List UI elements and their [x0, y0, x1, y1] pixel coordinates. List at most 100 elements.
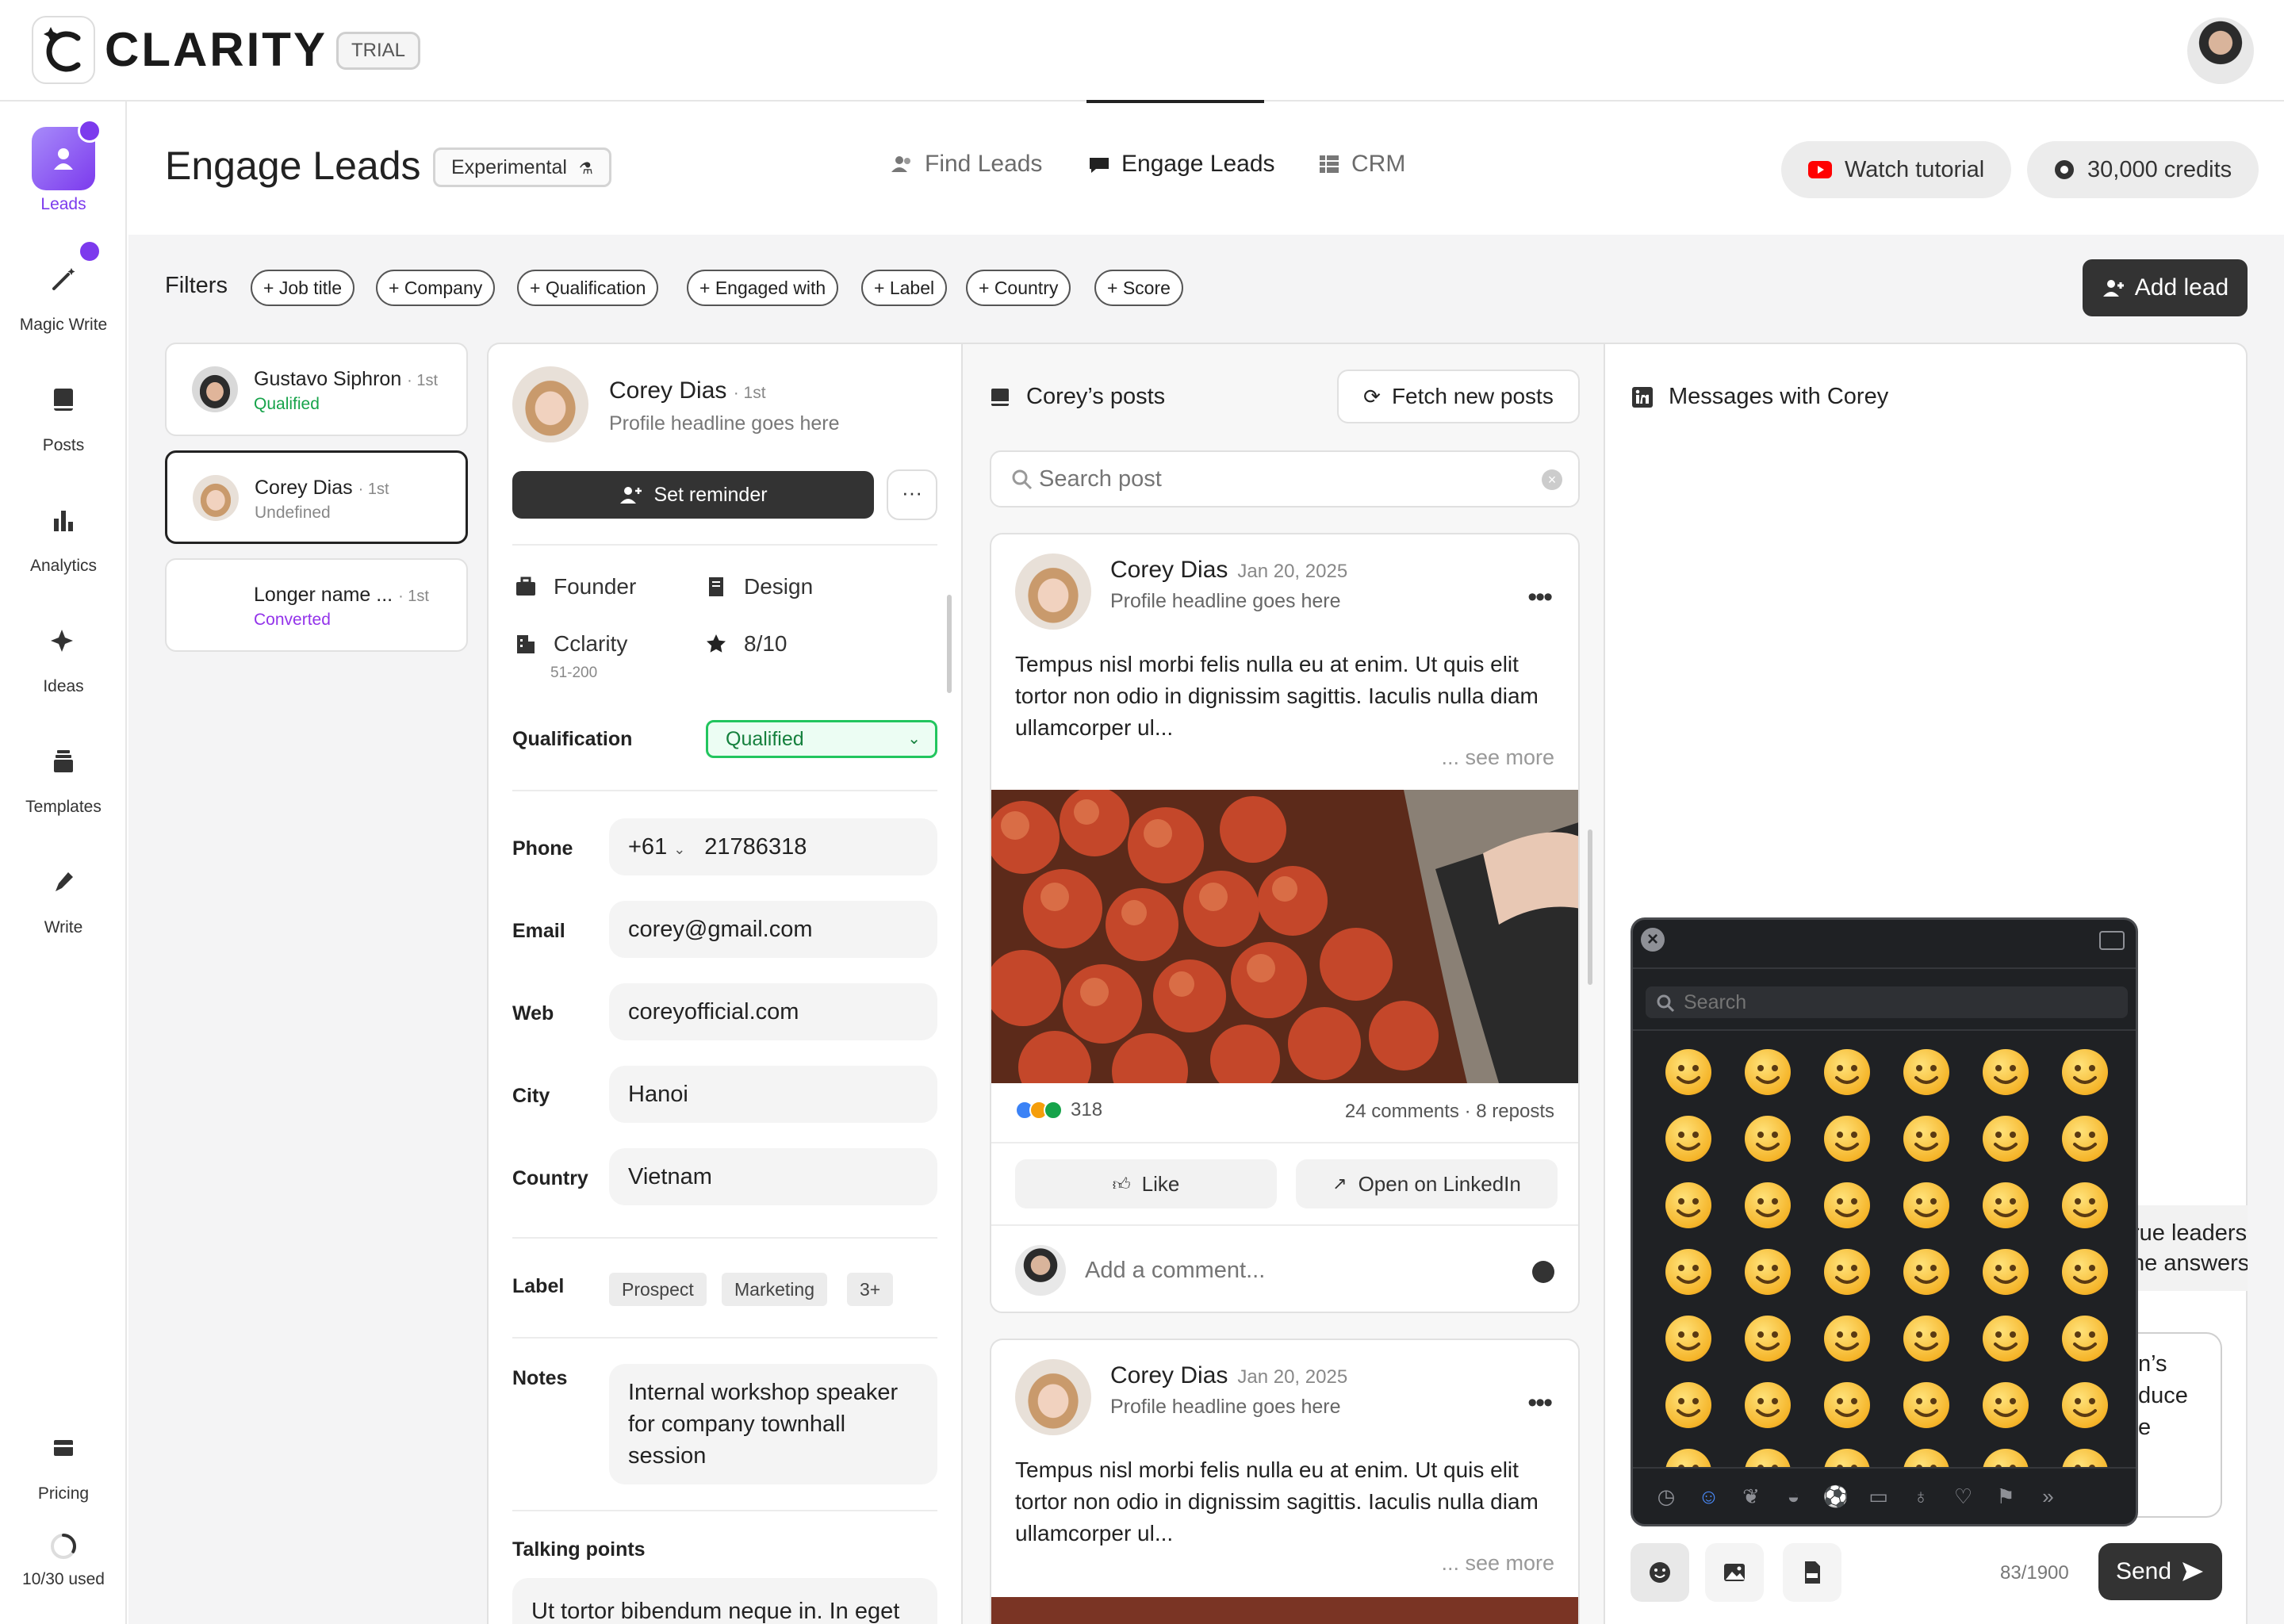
emoji-option[interactable] [1895, 1240, 1958, 1304]
comment-count[interactable]: 24 comments [1345, 1101, 1459, 1122]
car-icon[interactable]: ▭ [1865, 1483, 1892, 1510]
ball-icon[interactable]: ⚽ [1822, 1483, 1849, 1510]
post-image[interactable] [991, 1597, 1578, 1624]
emoji-option[interactable] [1974, 1040, 2037, 1104]
flag-icon[interactable]: ⚑ [1992, 1483, 2019, 1510]
emoji-option[interactable] [1736, 1040, 1799, 1104]
lead-card-selected[interactable]: Corey Dias · 1st Undefined [165, 450, 468, 544]
see-more-link[interactable]: ... see more [1441, 745, 1554, 770]
fetch-new-posts-button[interactable]: ⟳ Fetch new posts [1337, 370, 1580, 423]
watch-tutorial-button[interactable]: Watch tutorial [1781, 141, 2012, 198]
emoji-option[interactable] [1974, 1307, 2037, 1370]
emoji-option[interactable] [2053, 1040, 2117, 1104]
emoji-option[interactable] [1815, 1107, 1879, 1170]
post-more-button[interactable]: ••• [1527, 582, 1553, 613]
filter-chip-engaged-with[interactable]: + Engaged with [687, 270, 839, 306]
emoji-option[interactable] [1657, 1107, 1720, 1170]
emoji-option[interactable] [2053, 1107, 2117, 1170]
see-more-link[interactable]: ... see more [1441, 1551, 1554, 1576]
emoji-option[interactable] [1657, 1174, 1720, 1237]
filter-chip-qualification[interactable]: + Qualification [517, 270, 659, 306]
emoji-option[interactable] [1736, 1440, 1799, 1467]
post-image[interactable] [991, 790, 1578, 1083]
emoji-option[interactable] [1815, 1307, 1879, 1370]
label-tag[interactable]: Marketing [722, 1273, 827, 1306]
credits-button[interactable]: 30,000 credits [2027, 141, 2259, 198]
emoji-option[interactable] [1736, 1174, 1799, 1237]
talking-points-field[interactable]: Ut tortor bibendum neque in. In eget [512, 1578, 937, 1624]
close-icon[interactable]: × [1641, 928, 1665, 952]
food-icon[interactable]: ◒ [1780, 1483, 1807, 1510]
emoji-option[interactable] [1736, 1373, 1799, 1437]
smiley-icon[interactable]: ☺ [1696, 1483, 1723, 1510]
post-more-button[interactable]: ••• [1527, 1388, 1553, 1419]
clock-icon[interactable]: ◷ [1653, 1483, 1680, 1510]
more-options-button[interactable]: ··· [887, 469, 937, 520]
emoji-option[interactable] [1974, 1373, 2037, 1437]
send-button[interactable]: Send [2098, 1543, 2222, 1600]
sidebar-item-analytics[interactable]: Analytics [0, 488, 127, 576]
scrollbar[interactable] [947, 595, 952, 693]
emoji-option[interactable] [2053, 1440, 2117, 1467]
emoji-option[interactable] [1895, 1373, 1958, 1437]
phone-field[interactable]: +61 ⌄ 21786318 [609, 818, 937, 875]
filter-chip-score[interactable]: + Score [1094, 270, 1183, 306]
emoji-option[interactable] [1895, 1107, 1958, 1170]
notes-field[interactable]: Internal workshop speaker for company to… [609, 1364, 937, 1484]
emoji-option[interactable] [1974, 1174, 2037, 1237]
emoji-option[interactable] [2053, 1307, 2117, 1370]
emoji-option[interactable] [1657, 1240, 1720, 1304]
emoji-option[interactable] [1736, 1240, 1799, 1304]
phone-country-code[interactable]: +61 [628, 834, 667, 860]
tab-crm[interactable]: CRM [1316, 151, 1405, 178]
email-field[interactable]: corey@gmail.com [609, 901, 937, 958]
clear-search-icon[interactable]: × [1542, 469, 1562, 490]
add-lead-button[interactable]: Add lead [2083, 259, 2248, 316]
web-field[interactable]: coreyofficial.com [609, 983, 937, 1040]
reactions-summary[interactable]: 318 [1015, 1099, 1102, 1121]
animal-icon[interactable]: ❦ [1738, 1483, 1765, 1510]
filter-chip-company[interactable]: + Company [376, 270, 496, 306]
emoji-option[interactable] [1895, 1174, 1958, 1237]
like-button[interactable]: 👍︎ Like [1015, 1159, 1277, 1208]
country-field[interactable]: Vietnam [609, 1148, 937, 1205]
emoji-option[interactable] [1815, 1240, 1879, 1304]
sidebar-item-ideas[interactable]: Ideas [0, 609, 127, 696]
chevron-right-double-icon[interactable]: » [2035, 1483, 2062, 1510]
filter-chip-label[interactable]: + Label [861, 270, 948, 306]
comment-input[interactable] [1085, 1251, 1513, 1289]
lead-card[interactable]: Longer name ... · 1st Converted [165, 558, 468, 652]
bulb-icon[interactable]: ♁ [1907, 1483, 1934, 1510]
search-input[interactable] [1039, 460, 1515, 498]
emoji-option[interactable] [1895, 1040, 1958, 1104]
emoji-option[interactable] [2053, 1373, 2117, 1437]
filter-chip-job-title[interactable]: + Job title [251, 270, 355, 306]
open-linkedin-button[interactable]: ↗ Open on LinkedIn [1296, 1159, 1558, 1208]
emoji-option[interactable] [1736, 1107, 1799, 1170]
search-post-field[interactable]: × [990, 450, 1580, 508]
filter-chip-country[interactable]: + Country [966, 270, 1071, 306]
lead-card[interactable]: Gustavo Siphron · 1st Qualified [165, 343, 468, 436]
emoji-option[interactable] [1815, 1440, 1879, 1467]
emoji-option[interactable] [1657, 1373, 1720, 1437]
emoji-option[interactable] [1815, 1174, 1879, 1237]
emoji-option[interactable] [1974, 1107, 2037, 1170]
emoji-icon[interactable] [1532, 1261, 1554, 1283]
emoji-option[interactable] [1736, 1307, 1799, 1370]
emoji-search-input[interactable] [1684, 990, 2112, 1015]
tab-find-leads[interactable]: Find Leads [890, 151, 1042, 178]
image-button[interactable] [1705, 1543, 1764, 1602]
emoji-option[interactable] [1974, 1440, 2037, 1467]
expand-panel-icon[interactable] [2099, 931, 2125, 950]
set-reminder-button[interactable]: Set reminder [512, 471, 874, 519]
sidebar-item-posts[interactable]: Posts [0, 368, 127, 455]
emoji-button[interactable] [1631, 1543, 1689, 1602]
sidebar-item-templates[interactable]: Templates [0, 730, 127, 817]
qualification-select[interactable]: Qualified ⌄ [706, 720, 937, 758]
emoji-option[interactable] [2053, 1174, 2117, 1237]
emoji-option[interactable] [1974, 1240, 2037, 1304]
emoji-option[interactable] [1895, 1440, 1958, 1467]
emoji-option[interactable] [1815, 1040, 1879, 1104]
user-avatar[interactable] [2187, 17, 2254, 84]
label-more-tag[interactable]: 3+ [847, 1273, 894, 1306]
